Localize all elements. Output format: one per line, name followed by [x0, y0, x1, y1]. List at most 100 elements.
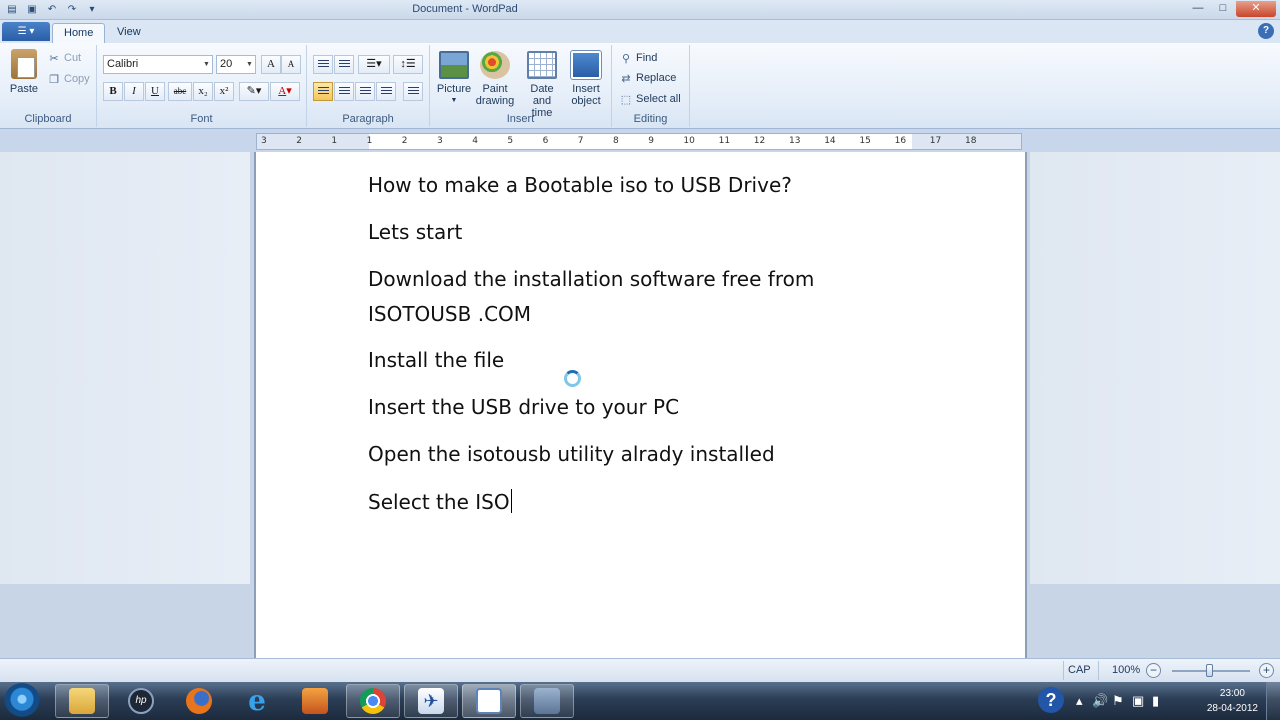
application-menu-button[interactable]: ☰ ▾ [2, 22, 50, 41]
tab-view[interactable]: View [106, 23, 152, 43]
find-button[interactable]: ⚲ Find [619, 49, 657, 67]
help-icon[interactable]: ? [1258, 23, 1274, 39]
cut-button[interactable]: ✂ Cut [47, 49, 81, 67]
justify-icon [380, 86, 392, 96]
calendar-icon [527, 51, 557, 79]
document-page[interactable]: How to make a Bootable iso to USB Drive?… [254, 152, 1027, 658]
document-line[interactable]: ISOTOUSB .COM [368, 302, 531, 326]
zoom-out-button[interactable]: − [1146, 663, 1161, 678]
italic-button[interactable]: I [124, 82, 144, 101]
select-all-button[interactable]: ⬚ Select all [619, 90, 681, 108]
font-family-select[interactable]: Calibri ▼ [103, 55, 213, 74]
signal-icon[interactable]: ▮ [1152, 693, 1159, 709]
picture-label: Picture [436, 83, 472, 95]
document-line-active[interactable]: Select the ISO [368, 489, 512, 514]
taskbar-firefox[interactable] [172, 684, 226, 718]
font-size-select[interactable]: 20 ▼ [216, 55, 256, 74]
minimize-button[interactable]: — [1186, 1, 1210, 17]
chevron-up-icon[interactable]: ▴ [1076, 693, 1083, 709]
bold-button[interactable]: B [103, 82, 123, 101]
document-line[interactable]: Lets start [368, 220, 462, 244]
binoculars-icon: ⚲ [621, 52, 631, 65]
paint-drawing-button[interactable]: Paint drawing [475, 51, 515, 107]
ruler-tick-label: 12 [753, 136, 766, 146]
paint-drawing-label-1: Paint [482, 83, 508, 95]
media-player-icon [302, 688, 328, 714]
active-line-text: Select the ISO [368, 490, 510, 514]
chrome-icon [360, 688, 386, 714]
maximize-button[interactable]: □ [1211, 1, 1235, 17]
increase-indent-button[interactable] [334, 55, 354, 74]
document-line[interactable]: Open the isotousb utility alrady install… [368, 442, 775, 466]
taskbar-explorer[interactable] [55, 684, 109, 718]
copy-button[interactable]: ❐ Copy [47, 70, 90, 88]
status-separator [1063, 661, 1064, 680]
subscript-button[interactable]: x₂ [193, 82, 213, 101]
close-button[interactable]: ✕ [1236, 1, 1276, 17]
ruler-tick-label: 8 [613, 136, 619, 146]
taskbar-media[interactable] [288, 684, 342, 718]
ruler[interactable]: 3 2 1 1 2 3 4 5 6 7 8 9 10 11 12 13 14 15 16 17 18 [256, 133, 1022, 150]
start-button[interactable] [4, 683, 40, 719]
shrink-font-button[interactable]: A [281, 55, 301, 74]
align-left-button[interactable] [313, 82, 333, 101]
status-bar: CAP 100% − + [0, 658, 1280, 682]
date-time-button[interactable]: Date and time [520, 51, 564, 119]
taskbar-ie[interactable]: e [230, 684, 284, 718]
clock[interactable]: 23:00 28-04-2012 [1207, 686, 1258, 716]
taskbar-hp[interactable]: hp [114, 684, 168, 718]
document-line[interactable]: How to make a Bootable iso to USB Drive? [368, 173, 792, 197]
help-icon[interactable]: ? [1038, 687, 1064, 713]
document-line[interactable]: Download the installation software free … [368, 267, 814, 291]
tab-home[interactable]: Home [52, 23, 106, 43]
highlight-color-button[interactable]: ✎▾ [239, 82, 269, 101]
zoom-level[interactable]: 100% [1112, 664, 1140, 676]
font-color-button[interactable]: A▾ [270, 82, 300, 101]
taskbar-app[interactable]: ✈ [404, 684, 458, 718]
picture-button[interactable]: Picture ▼ [434, 51, 474, 107]
grow-font-button[interactable]: A [261, 55, 281, 74]
flag-icon[interactable]: ⚑ [1112, 693, 1124, 709]
date-time-label-1: Date and [530, 83, 554, 107]
paragraph-settings-button[interactable] [403, 82, 423, 101]
superscript-button[interactable]: x² [214, 82, 234, 101]
zoom-slider-thumb[interactable] [1206, 664, 1213, 677]
scissors-icon: ✂ [49, 52, 59, 65]
network-icon[interactable]: ▣ [1132, 693, 1144, 709]
insert-object-button[interactable]: Insert object [566, 50, 606, 107]
font-size-value: 20 [220, 58, 233, 70]
font-group: Calibri ▼ 20 ▼ A A B I U abc x₂ x² ✎▾ A▾ F… [97, 45, 307, 127]
bullets-button[interactable]: ☰▾ [358, 55, 390, 74]
justify-button[interactable] [376, 82, 396, 101]
taskbar-wordpad[interactable] [462, 684, 516, 718]
align-right-button[interactable] [355, 82, 375, 101]
document-line[interactable]: Insert the USB drive to your PC [368, 395, 679, 419]
zoom-in-button[interactable]: + [1259, 663, 1274, 678]
ruler-tick-label: 14 [824, 136, 836, 146]
show-desktop-button[interactable] [1266, 682, 1280, 720]
ribbon: Paste ✂ Cut ❐ Copy Clipboard Calibri ▼ 20 ▼ … [0, 43, 1280, 129]
strikethrough-button[interactable]: abc [168, 82, 192, 101]
decrease-indent-button[interactable] [313, 55, 333, 74]
workspace-background-left [0, 152, 250, 584]
line-spacing-button[interactable]: ↕☰ [393, 55, 423, 74]
underline-button[interactable]: U [145, 82, 165, 101]
folder-icon [69, 688, 95, 714]
ruler-tick-label: 5 [507, 136, 514, 146]
align-center-button[interactable] [334, 82, 354, 101]
caps-lock-indicator: CAP [1068, 664, 1091, 676]
volume-icon[interactable]: 🔊 [1092, 693, 1108, 709]
text-caret [510, 489, 512, 513]
paste-button[interactable]: Paste [6, 49, 42, 95]
line-spacing-icon: ↕☰ [400, 58, 416, 70]
replace-button[interactable]: ⇄ Replace [619, 69, 676, 87]
ruler-tick-label: 2 [401, 136, 408, 146]
font-group-label: Font [190, 113, 213, 125]
taskbar-remote[interactable] [520, 684, 574, 718]
hp-icon: hp [128, 688, 154, 714]
document-line[interactable]: Install the file [368, 348, 504, 372]
picture-icon [439, 51, 469, 79]
taskbar-chrome[interactable] [346, 684, 400, 718]
editing-group: ⚲ Find ⇄ Replace ⬚ Select all Editing [612, 45, 690, 127]
title-bar: ▤ ▣ ↶ ↷ ▾ Document - WordPad — □ ✕ [0, 0, 1280, 20]
